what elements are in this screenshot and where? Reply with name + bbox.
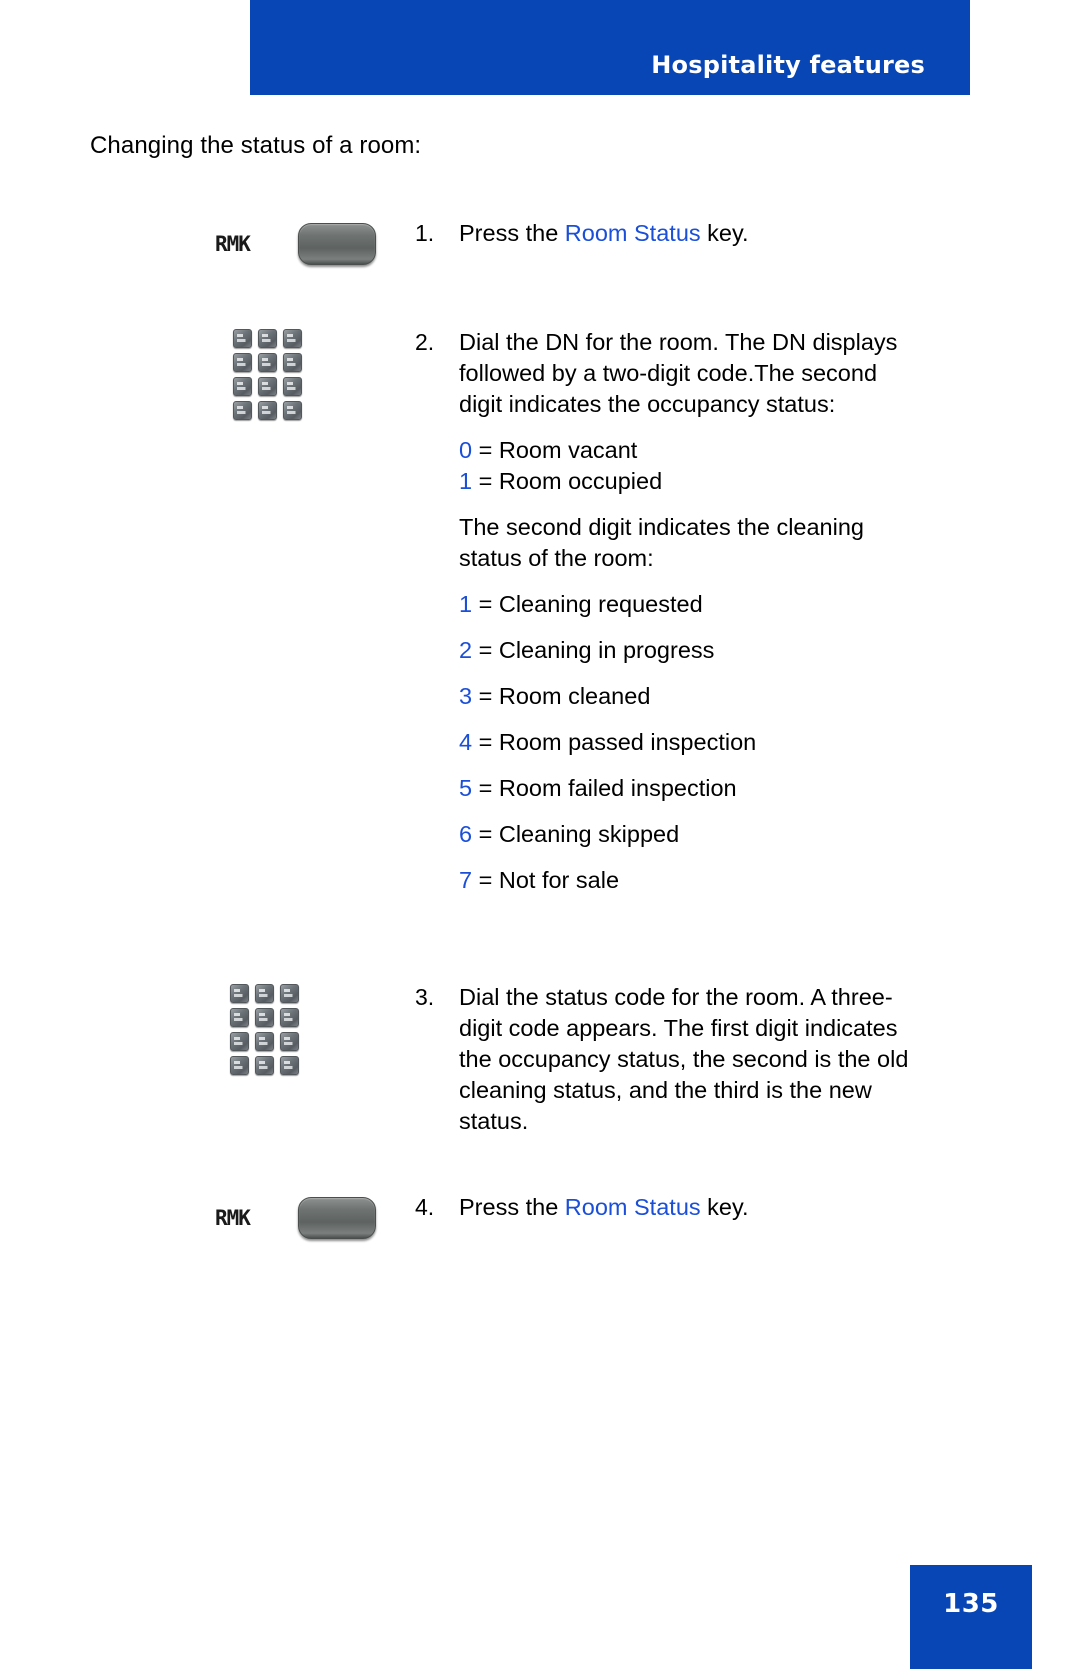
dialpad-key [255, 1008, 274, 1027]
dialpad-key [258, 401, 277, 420]
step-3-text: Dial the status code for the room. A thr… [459, 984, 909, 1134]
occupancy-code-digit: 0 [459, 437, 473, 463]
intro-text: Changing the status of a room: [90, 132, 422, 159]
cleaning-code-label: = Cleaning skipped [478, 821, 680, 847]
dialpad-key [233, 329, 252, 348]
page-header-title: Hospitality features [651, 51, 925, 79]
dialpad-icon-2 [233, 329, 302, 420]
step-4-text-after: key. [700, 1194, 749, 1220]
room-status-key-icon-1: RMK [215, 223, 376, 265]
occupancy-code-item: 0 = Room vacant [459, 435, 919, 466]
dialpad-key [258, 329, 277, 348]
phone-key-glyph-1 [297, 223, 376, 265]
dialpad-key [230, 1008, 249, 1027]
occupancy-code-label: = Room occupied [478, 468, 663, 494]
step-1-text-before: Press the [459, 220, 565, 246]
dialpad-key [255, 1032, 274, 1051]
rmk-key-label-1: RMK [215, 232, 251, 256]
rmk-key-label-4: RMK [215, 1206, 251, 1230]
cleaning-code-label: = Not for sale [478, 867, 620, 893]
dialpad-key [233, 401, 252, 420]
dialpad-key [233, 353, 252, 372]
dialpad-key [255, 984, 274, 1003]
dialpad-key [280, 1032, 299, 1051]
cleaning-code-digit: 4 [459, 729, 473, 755]
dialpad-key [280, 1056, 299, 1075]
cleaning-code-item: 6 = Cleaning skipped [459, 819, 919, 850]
step-1: 1. Press the Room Status key. [415, 218, 749, 249]
step-4-number: 4. [415, 1194, 435, 1220]
dialpad-key [283, 329, 302, 348]
cleaning-code-item: 3 = Room cleaned [459, 681, 919, 712]
dialpad-icon-3 [230, 984, 299, 1075]
step-1-text: Press the Room Status key. [459, 218, 749, 249]
cleaning-code-label: = Cleaning in progress [478, 637, 715, 663]
cleaning-code-item: 5 = Room failed inspection [459, 773, 919, 804]
cleaning-code-list: 1 = Cleaning requested 2 = Cleaning in p… [459, 589, 919, 896]
cleaning-code-digit: 6 [459, 821, 473, 847]
step-2-number: 2. [415, 329, 435, 355]
occupancy-code-item: 1 = Room occupied [459, 466, 919, 497]
step-4-text-before: Press the [459, 1194, 565, 1220]
step-3: 3. Dial the status code for the room. A … [415, 982, 919, 1137]
dialpad-key [230, 984, 249, 1003]
step-2: 2. Dial the DN for the room. The DN disp… [415, 327, 919, 896]
occupancy-code-list: 0 = Room vacant 1 = Room occupied [459, 435, 919, 497]
cleaning-code-item: 2 = Cleaning in progress [459, 635, 919, 666]
cleaning-code-item: 1 = Cleaning requested [459, 589, 919, 620]
step-1-number: 1. [415, 220, 435, 246]
phone-key-glyph-4 [297, 1197, 376, 1239]
page-number: 135 [943, 1589, 999, 1619]
step-4-link-room-status[interactable]: Room Status [565, 1194, 701, 1220]
dialpad-key [280, 984, 299, 1003]
dialpad-key [283, 377, 302, 396]
dialpad-key [258, 353, 277, 372]
cleaning-code-label: = Room failed inspection [478, 775, 737, 801]
step-4-text: Press the Room Status key. [459, 1192, 749, 1223]
cleaning-code-digit: 5 [459, 775, 473, 801]
dialpad-key [283, 401, 302, 420]
cleaning-code-item: 7 = Not for sale [459, 865, 919, 896]
occupancy-code-digit: 1 [459, 468, 473, 494]
step-2-text: Dial the DN for the room. The DN display… [459, 329, 898, 417]
cleaning-code-label: = Room cleaned [478, 683, 651, 709]
cleaning-code-digit: 3 [459, 683, 473, 709]
dialpad-key [283, 353, 302, 372]
dialpad-key [230, 1032, 249, 1051]
cleaning-code-label: = Room passed inspection [478, 729, 757, 755]
dialpad-key [280, 1008, 299, 1027]
step-1-link-room-status[interactable]: Room Status [565, 220, 701, 246]
cleaning-code-digit: 2 [459, 637, 473, 663]
cleaning-code-digit: 7 [459, 867, 473, 893]
cleaning-code-digit: 1 [459, 591, 473, 617]
step-1-text-after: key. [700, 220, 749, 246]
dialpad-key [230, 1056, 249, 1075]
step-3-number: 3. [415, 984, 435, 1010]
dialpad-key [258, 377, 277, 396]
step-4: 4. Press the Room Status key. [415, 1192, 749, 1223]
occupancy-code-label: = Room vacant [478, 437, 638, 463]
cleaning-code-item: 4 = Room passed inspection [459, 727, 919, 758]
cleaning-code-label: = Cleaning requested [478, 591, 703, 617]
page-header-bar: Hospitality features [250, 0, 970, 95]
room-status-key-icon-4: RMK [215, 1197, 376, 1239]
page-number-box: 135 [910, 1565, 1032, 1669]
cleaning-status-intro: The second digit indicates the cleaning … [459, 514, 864, 571]
dialpad-key [255, 1056, 274, 1075]
dialpad-key [233, 377, 252, 396]
